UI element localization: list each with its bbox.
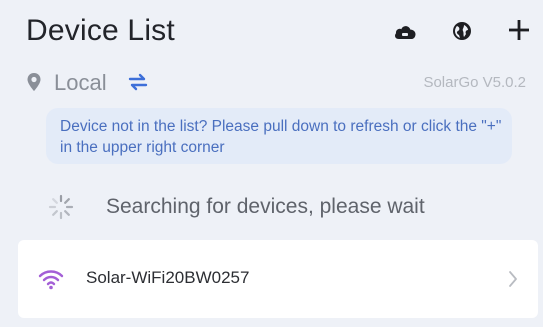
page-title: Device List <box>26 14 175 47</box>
loading-spinner-icon <box>48 194 74 220</box>
header: Device List <box>0 0 543 62</box>
device-list-item[interactable]: Solar-WiFi20BW0257 <box>18 240 538 318</box>
refresh-tip: Device not in the list? Please pull down… <box>46 108 512 164</box>
wifi-icon <box>38 270 64 290</box>
plus-icon[interactable] <box>505 16 533 44</box>
location-row: Local SolarGo V5.0.2 <box>26 68 526 96</box>
app-version: SolarGo V5.0.2 <box>423 74 526 91</box>
location-label: Local <box>54 70 107 95</box>
globe-icon[interactable] <box>449 18 475 44</box>
switch-arrows-icon[interactable] <box>128 72 148 92</box>
device-list-screen: Device List Local SolarGo V5.0.2 Device … <box>0 0 543 327</box>
chevron-right-icon <box>509 271 517 287</box>
location-pin-icon <box>27 73 41 91</box>
device-name: Solar-WiFi20BW0257 <box>86 268 250 287</box>
cloud-icon[interactable] <box>392 18 418 44</box>
search-status: Searching for devices, please wait <box>48 192 498 224</box>
refresh-tip-text: Device not in the list? Please pull down… <box>60 118 502 156</box>
search-status-text: Searching for devices, please wait <box>106 195 425 218</box>
